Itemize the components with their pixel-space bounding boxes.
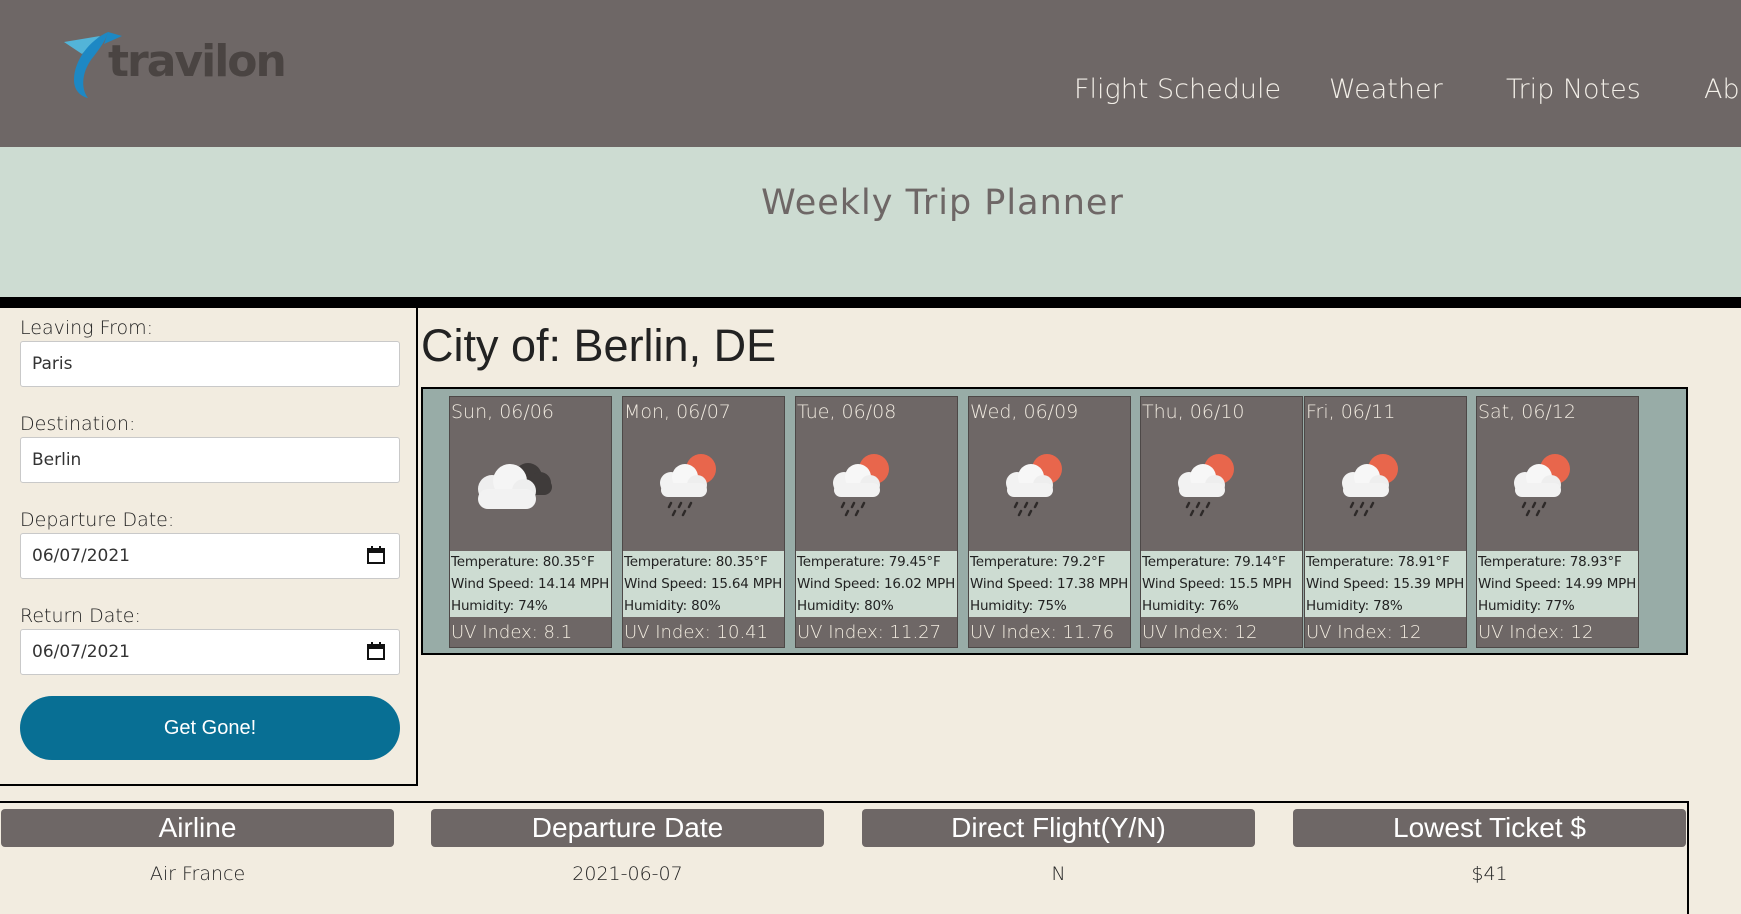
forecast-date: Sat, 06/12 xyxy=(1478,401,1576,423)
forecast-stats: Temperature: 79.45°F Wind Speed: 16.02 MP… xyxy=(796,551,957,617)
nav-flight-schedule[interactable]: Flight Schedule xyxy=(1074,74,1281,105)
temperature-text: Temperature: 78.93°F xyxy=(1478,554,1622,570)
top-navbar: travilon Flight Schedule Weather Trip No… xyxy=(0,0,1741,147)
nav-weather[interactable]: Weather xyxy=(1329,74,1443,105)
wind-speed-text: Wind Speed: 15.39 MPH xyxy=(1306,576,1465,592)
humidity-text: Humidity: 75% xyxy=(970,598,1067,614)
forecast-card: Thu, 06/10 Temperature: 79.14°F Wind Speed… xyxy=(1140,396,1303,648)
uv-index-text: UV Index: 12 xyxy=(1306,622,1422,643)
humidity-text: Humidity: 77% xyxy=(1478,598,1575,614)
cloudy-icon xyxy=(464,449,564,519)
page-title: Weekly Trip Planner xyxy=(761,183,1124,223)
temperature-text: Temperature: 79.2°F xyxy=(970,554,1106,570)
forecast-stats: Temperature: 78.91°F Wind Speed: 15.39 MP… xyxy=(1305,551,1466,617)
humidity-text: Humidity: 76% xyxy=(1142,598,1239,614)
nav-trip-notes[interactable]: Trip Notes xyxy=(1506,74,1641,105)
departure-date-value: 06/07/2021 xyxy=(32,546,130,566)
forecast-date: Tue, 06/08 xyxy=(797,401,897,423)
rain-sun-icon xyxy=(1491,449,1591,519)
forecast-date: Fri, 06/11 xyxy=(1306,401,1396,423)
forecast-card: Wed, 06/09 Temperature: 79.2°F Wind Speed:… xyxy=(968,396,1131,648)
wind-speed-text: Wind Speed: 16.02 MPH xyxy=(797,576,956,592)
forecast-date: Thu, 06/10 xyxy=(1142,401,1245,423)
uv-index-text: UV Index: 11.27 xyxy=(797,622,942,643)
leaving-from-value: Paris xyxy=(32,354,73,374)
forecast-stats: Temperature: 79.2°F Wind Speed: 17.38 MPH… xyxy=(969,551,1130,617)
humidity-text: Humidity: 80% xyxy=(797,598,894,614)
city-title: City of: Berlin, DE xyxy=(421,320,777,371)
uv-index-text: UV Index: 10.41 xyxy=(624,622,769,643)
forecast-stats: Temperature: 80.35°F Wind Speed: 14.14 MP… xyxy=(450,551,611,617)
cell-airline: Air France xyxy=(149,863,246,885)
temperature-text: Temperature: 78.91°F xyxy=(1306,554,1450,570)
humidity-text: Humidity: 74% xyxy=(451,598,548,614)
humidity-text: Humidity: 78% xyxy=(1306,598,1403,614)
leaving-from-input[interactable]: Paris xyxy=(20,341,400,387)
temperature-text: Temperature: 80.35°F xyxy=(624,554,768,570)
column-header-lowest-ticket[interactable]: Lowest Ticket $ xyxy=(1293,809,1686,847)
forecast-stats: Temperature: 78.93°F Wind Speed: 14.99 MP… xyxy=(1477,551,1638,617)
forecast-card: Sat, 06/12 Temperature: 78.93°F Wind Speed… xyxy=(1476,396,1639,648)
temperature-text: Temperature: 79.45°F xyxy=(797,554,941,570)
wind-speed-text: Wind Speed: 14.99 MPH xyxy=(1478,576,1637,592)
temperature-text: Temperature: 80.35°F xyxy=(451,554,595,570)
return-date-label: Return Date: xyxy=(20,605,141,627)
calendar-icon[interactable] xyxy=(367,546,385,564)
destination-input[interactable]: Berlin xyxy=(20,437,400,483)
destination-label: Destination: xyxy=(20,413,136,435)
column-header-airline[interactable]: Airline xyxy=(1,809,394,847)
forecast-card: Fri, 06/11 Temperature: 78.91°F Wind Speed… xyxy=(1304,396,1467,648)
leaving-from-label: Leaving From: xyxy=(20,317,154,339)
forecast-card: Sun, 06/06 Temperature: 80.35°F Wind Speed… xyxy=(449,396,612,648)
forecast-date: Sun, 06/06 xyxy=(451,401,554,423)
forecast-stats: Temperature: 79.14°F Wind Speed: 15.5 MPH… xyxy=(1141,551,1302,617)
destination-value: Berlin xyxy=(32,450,82,470)
nav-about[interactable]: Abo xyxy=(1704,74,1741,105)
flight-table: Airline Departure Date Direct Flight(Y/N… xyxy=(0,801,1689,914)
departure-date-label: Departure Date: xyxy=(20,509,175,531)
return-date-value: 06/07/2021 xyxy=(32,642,130,662)
cell-lowest-ticket: $41 xyxy=(1471,863,1508,885)
wind-speed-text: Wind Speed: 14.14 MPH xyxy=(451,576,610,592)
hero-banner: Weekly Trip Planner xyxy=(0,147,1741,297)
wind-speed-text: Wind Speed: 15.64 MPH xyxy=(624,576,783,592)
wind-speed-text: Wind Speed: 15.5 MPH xyxy=(1142,576,1292,592)
forecast-card: Tue, 06/08 Temperature: 79.45°F Wind Speed… xyxy=(795,396,958,648)
return-date-input[interactable]: 06/07/2021 xyxy=(20,629,400,675)
rain-sun-icon xyxy=(1155,449,1255,519)
main-nav: Flight Schedule Weather Trip Notes Abo xyxy=(0,74,1741,114)
wind-speed-text: Wind Speed: 17.38 MPH xyxy=(970,576,1129,592)
cell-direct-flight: N xyxy=(1051,863,1066,885)
forecast-date: Mon, 06/07 xyxy=(624,401,731,423)
forecast-date: Wed, 06/09 xyxy=(970,401,1079,423)
cell-departure-date: 2021-06-07 xyxy=(572,863,683,885)
trip-form: Leaving From: Paris Destination: Berlin … xyxy=(0,308,418,786)
forecast-stats: Temperature: 80.35°F Wind Speed: 15.64 MP… xyxy=(623,551,784,617)
rain-sun-icon xyxy=(1319,449,1419,519)
departure-date-input[interactable]: 06/07/2021 xyxy=(20,533,400,579)
calendar-icon[interactable] xyxy=(367,642,385,660)
column-header-direct-flight[interactable]: Direct Flight(Y/N) xyxy=(862,809,1255,847)
uv-index-text: UV Index: 11.76 xyxy=(970,622,1115,643)
forecast-card: Mon, 06/07 Temperature: 80.35°F Wind Speed… xyxy=(622,396,785,648)
section-divider xyxy=(0,297,1741,308)
rain-sun-icon xyxy=(810,449,910,519)
column-header-departure-date[interactable]: Departure Date xyxy=(431,809,824,847)
uv-index-text: UV Index: 12 xyxy=(1142,622,1258,643)
rain-sun-icon xyxy=(983,449,1083,519)
rain-sun-icon xyxy=(637,449,737,519)
forecast-strip: Sun, 06/06 Temperature: 80.35°F Wind Speed… xyxy=(421,387,1688,655)
uv-index-text: UV Index: 8.1 xyxy=(451,622,573,643)
humidity-text: Humidity: 80% xyxy=(624,598,721,614)
uv-index-text: UV Index: 12 xyxy=(1478,622,1594,643)
temperature-text: Temperature: 79.14°F xyxy=(1142,554,1286,570)
get-gone-button[interactable]: Get Gone! xyxy=(20,696,400,760)
